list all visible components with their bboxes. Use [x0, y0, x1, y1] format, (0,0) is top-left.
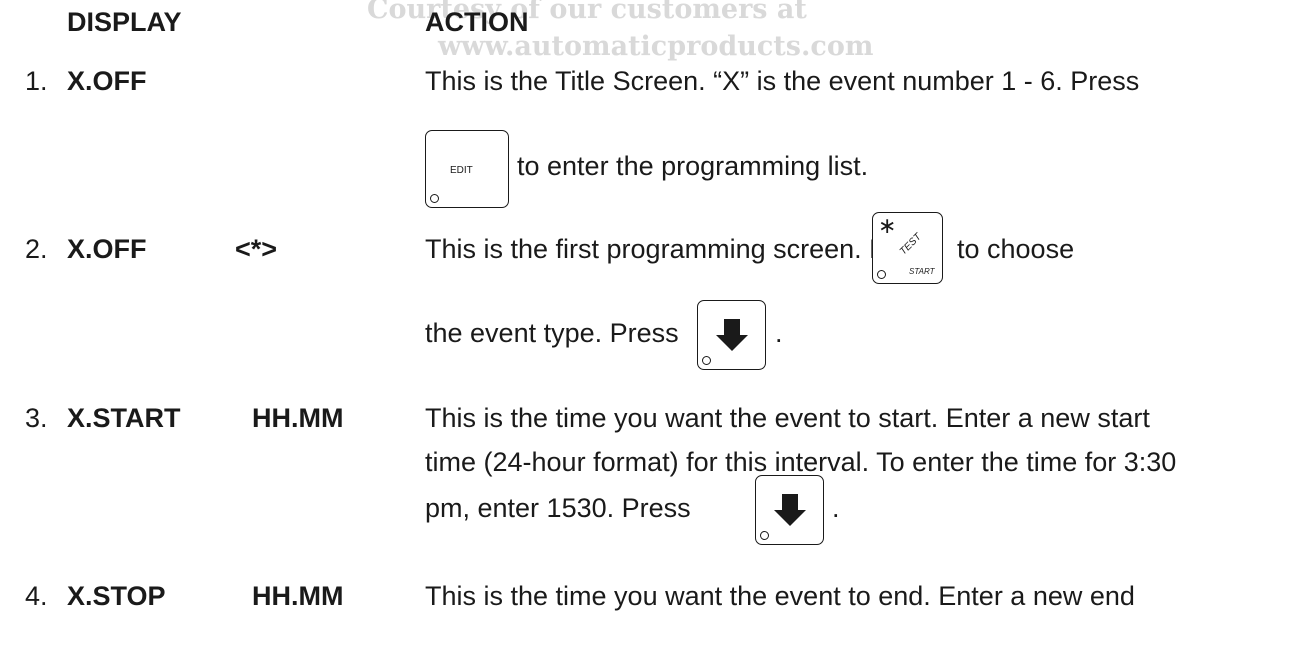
step-3-text-line-1: This is the time you want the event to s… [425, 403, 1150, 433]
test-key-label: TEST [897, 231, 924, 258]
step-1-display: X.OFF [67, 66, 147, 96]
step-2-display: X.OFF [67, 234, 147, 264]
down-arrow-key-icon [697, 300, 766, 370]
step-2-text-line-1: This is the first programming screen. Pr… [425, 234, 939, 264]
step-1-text-line-2: to enter the programming list. [517, 151, 869, 181]
key-led-dot [877, 270, 886, 279]
step-4-number: 4. [25, 581, 48, 611]
step-2-text-line-2: the event type. Press [425, 318, 679, 348]
display-column-header: DISPLAY [67, 7, 182, 37]
action-column-header: ACTION [425, 7, 529, 37]
step-4-text-line-1: This is the time you want the event to e… [425, 581, 1135, 611]
key-led-dot [430, 194, 439, 203]
key-led-dot [760, 531, 769, 540]
step-1-number: 1. [25, 66, 48, 96]
step-3-display: X.START [67, 403, 181, 433]
step-2-display-code: <*> [235, 234, 278, 264]
step-3-display-code: HH.MM [252, 403, 344, 433]
step-3-text-line-3: pm, enter 1530. Press [425, 493, 691, 523]
start-key-label: START [909, 267, 935, 276]
step-1-text-line-1: This is the Title Screen. “X” is the eve… [425, 66, 1140, 96]
down-arrow-icon [716, 319, 748, 351]
step-4-display-code: HH.MM [252, 581, 344, 611]
star-symbol-icon: ∗ [878, 213, 897, 238]
step-2-number: 2. [25, 234, 48, 264]
down-arrow-icon [774, 494, 806, 526]
step-2-text-line-2-end: . [775, 318, 783, 348]
key-led-dot [702, 356, 711, 365]
step-3-number: 3. [25, 403, 48, 433]
down-arrow-key-icon [755, 475, 824, 545]
edit-key-icon: EDIT [425, 130, 509, 208]
edit-key-label: EDIT [450, 165, 473, 176]
test-start-key-icon: ∗ TEST START [872, 212, 943, 284]
step-4-display: X.STOP [67, 581, 166, 611]
step-2-text-line-1-end: to choose [957, 234, 1075, 264]
step-3-text-line-2: time (24-hour format) for this interval.… [425, 447, 1177, 477]
step-3-text-line-3-end: . [832, 493, 840, 523]
